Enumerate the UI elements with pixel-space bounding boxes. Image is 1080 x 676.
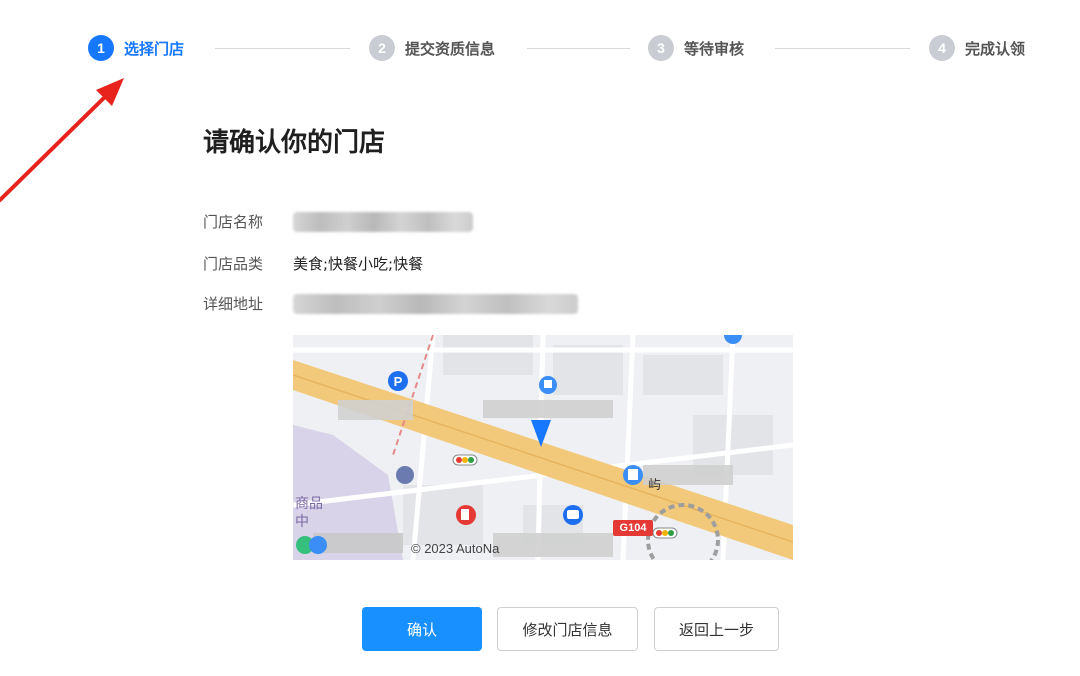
step-connector: [775, 48, 910, 49]
step-submit-qualification: 2 提交资质信息: [369, 33, 495, 63]
map-district-label: 商品中: [295, 496, 323, 530]
step-label: 等待审核: [684, 39, 745, 58]
step-number: 2: [369, 35, 395, 61]
confirm-button[interactable]: 确认: [362, 607, 482, 651]
store-name-redacted: [293, 211, 473, 232]
annotation-arrow: [0, 78, 124, 202]
store-name-label: 门店名称: [203, 213, 264, 231]
store-address-redacted: [293, 293, 578, 314]
step-select-store: 1 选择门店: [88, 33, 184, 63]
store-address-row: 详细地址: [203, 293, 578, 314]
step-complete-claim: 4 完成认领: [929, 33, 1025, 63]
store-address-label: 详细地址: [203, 295, 264, 313]
edit-store-info-button[interactable]: 修改门店信息: [497, 607, 638, 651]
step-label: 完成认领: [965, 39, 1026, 58]
map-copyright: © 2023 AutoNa: [411, 541, 500, 556]
step-number: 3: [648, 35, 674, 61]
step-wait-review: 3 等待审核: [648, 33, 744, 63]
store-name-row: 门店名称: [203, 211, 473, 232]
page-title: 请确认你的门店: [203, 128, 386, 158]
road-shield: G104: [613, 520, 653, 536]
step-number: 4: [929, 35, 955, 61]
store-category-label: 门店品类: [203, 255, 264, 273]
step-label: 选择门店: [124, 39, 185, 58]
step-connector: [215, 48, 350, 49]
store-category-value: 美食;快餐小吃;快餐: [293, 255, 424, 273]
map-place-label: 屿: [648, 478, 662, 493]
store-map[interactable]: P 商品中 屿 G104 © 2023 AutoNa: [293, 335, 793, 560]
svg-text:P: P: [394, 374, 403, 389]
store-category-row: 门店品类 美食;快餐小吃;快餐: [203, 253, 423, 274]
step-label: 提交资质信息: [405, 39, 496, 58]
back-button[interactable]: 返回上一步: [654, 607, 779, 651]
step-number: 1: [88, 35, 114, 61]
step-connector: [527, 48, 630, 49]
map-canvas: P: [293, 335, 793, 560]
